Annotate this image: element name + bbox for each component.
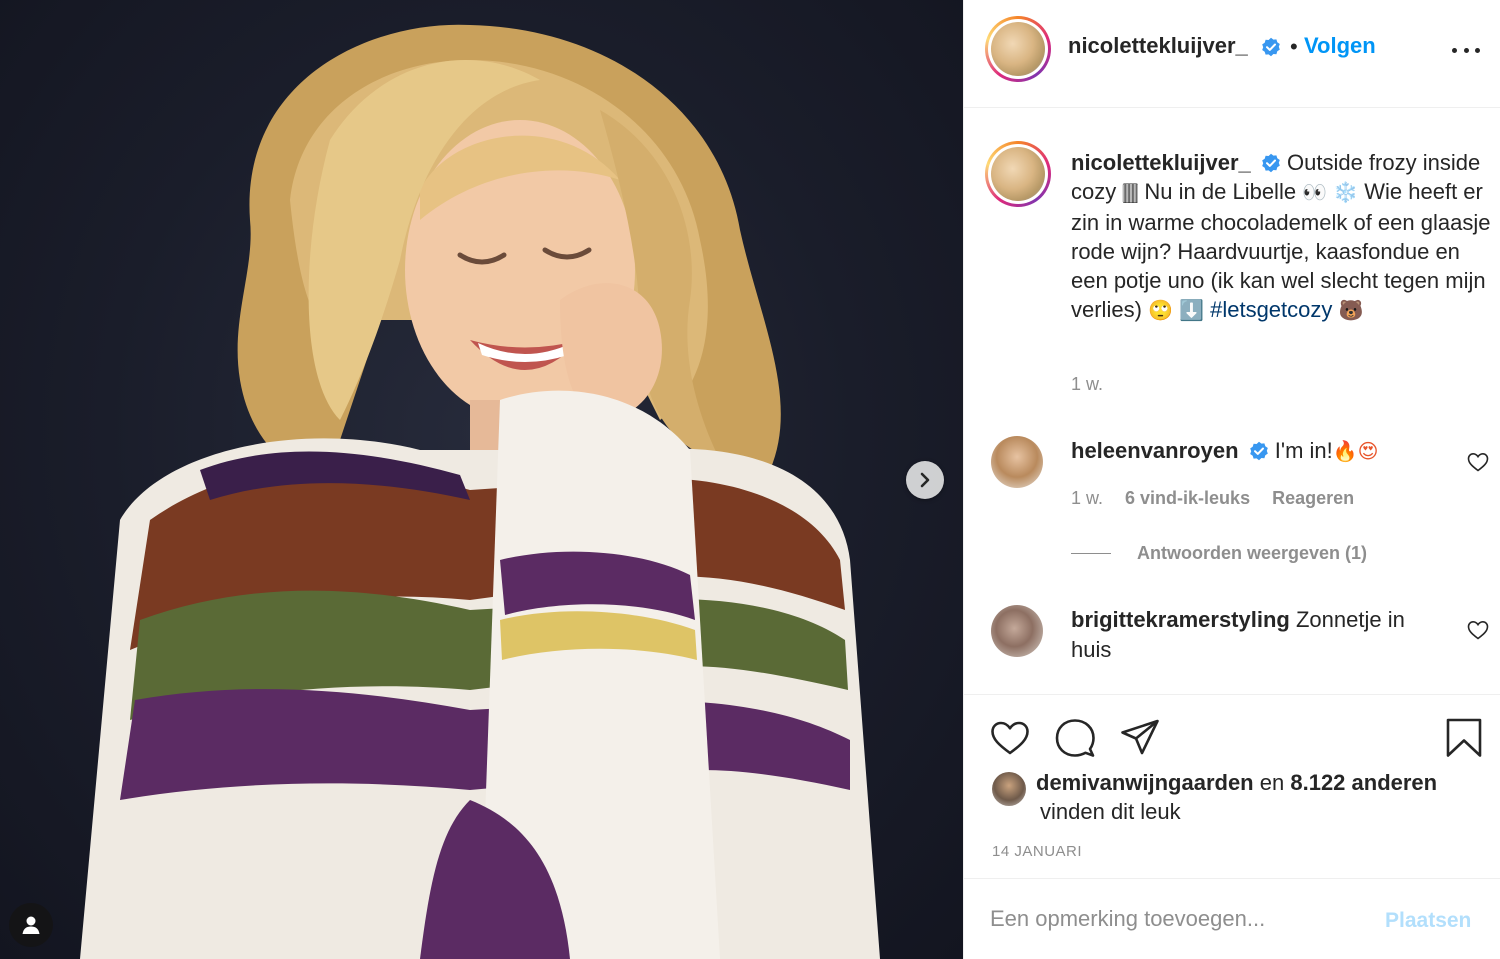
view-replies-button[interactable]: Antwoorden weergeven (1) [1071, 543, 1367, 564]
caption-timestamp[interactable]: 1 w. [1071, 374, 1103, 395]
post-side-panel: nicolettekluijver_ • Volgen nicoletteklu… [963, 0, 1500, 959]
snowflake-emoji: ❄️ [1333, 180, 1359, 205]
comment-body: I'm in! [1274, 438, 1333, 463]
reply-button[interactable]: Reageren [1272, 488, 1354, 509]
bear-emoji: 🐻 [1338, 298, 1364, 323]
author-avatar[interactable] [985, 16, 1051, 82]
verified-badge-icon [1262, 153, 1280, 173]
comment-likes-count[interactable]: 6 vind-ik-leuks [1125, 488, 1250, 509]
like-comment-heart-icon[interactable] [1466, 450, 1490, 474]
verified-badge-icon [1257, 37, 1281, 59]
save-bookmark-icon[interactable] [1443, 717, 1485, 759]
comment-bubble-icon[interactable] [1054, 717, 1096, 759]
commenter-username[interactable]: heleenvanroyen [1071, 438, 1239, 463]
commenter-avatar[interactable] [991, 605, 1043, 657]
likes-connector: en [1259, 770, 1285, 795]
liker-username[interactable]: demivanwijngaarden [1036, 770, 1254, 795]
fire-heart-eyes-emoji: 🔥😍 [1332, 439, 1379, 463]
post-header: nicolettekluijver_ • Volgen [964, 0, 1500, 108]
comment-text: heleenvanroyen I'm in!🔥😍 [1071, 436, 1451, 466]
hashtag-link[interactable]: #letsgetcozy [1210, 297, 1332, 322]
follow-button[interactable]: Volgen [1304, 33, 1376, 59]
commenter-username[interactable]: brigittekramerstyling [1071, 607, 1290, 632]
author-username[interactable]: nicolettekluijver_ [1068, 33, 1248, 59]
like-comment-heart-icon[interactable] [1466, 618, 1490, 642]
liker-avatar[interactable] [992, 772, 1026, 806]
photo-illustration [80, 24, 880, 959]
instagram-post: nicolettekluijver_ • Volgen nicoletteklu… [0, 0, 1500, 959]
newspaper-emoji: 🀫 [1122, 180, 1139, 205]
tagged-users-button[interactable] [9, 903, 53, 947]
post-actions: demivanwijngaarden en 8.122 anderen vind… [964, 694, 1500, 878]
likes-suffix: vinden dit leuk [1040, 799, 1181, 824]
comment-text: brigittekramerstyling Zonnetje in huis [1071, 605, 1451, 665]
next-photo-button[interactable] [906, 461, 944, 499]
comment-input[interactable] [990, 901, 1370, 937]
post-date[interactable]: 14 JANUARI [992, 843, 1082, 860]
post-comment-button[interactable]: Plaatsen [1385, 909, 1471, 933]
add-comment-bar: Plaatsen [964, 878, 1500, 959]
view-replies-label: Antwoorden weergeven (1) [1137, 543, 1368, 563]
caption-author-avatar[interactable] [985, 141, 1051, 207]
likes-text: demivanwijngaarden en 8.122 anderen vind… [1036, 768, 1476, 826]
caption-part-2: Nu in de Libelle [1144, 179, 1297, 205]
down-arrow-emoji: ⬇️ [1179, 298, 1204, 323]
separator-dot: • [1290, 34, 1298, 59]
share-paper-plane-icon[interactable] [1119, 717, 1161, 759]
caption-username[interactable]: nicolettekluijver_ [1071, 150, 1251, 175]
comment-timestamp[interactable]: 1 w. [1071, 488, 1103, 509]
commenter-avatar[interactable] [991, 436, 1043, 488]
verified-badge-icon [1249, 441, 1268, 461]
more-options-icon[interactable] [1452, 40, 1480, 60]
caption-text: nicolettekluijver_ Outside frozy inside … [1071, 148, 1491, 326]
user-icon [22, 916, 40, 934]
chevron-right-icon [920, 472, 930, 488]
rolling-eyes-emoji: 🙄 [1148, 298, 1173, 323]
like-heart-icon[interactable] [989, 717, 1031, 759]
likes-others-count[interactable]: 8.122 anderen [1290, 770, 1437, 795]
comment-meta: 1 w. 6 vind-ik-leuks Reageren [1071, 488, 1354, 509]
replies-divider [1071, 553, 1111, 554]
eyes-emoji: 👀 [1302, 180, 1328, 205]
post-photo[interactable] [0, 0, 963, 959]
